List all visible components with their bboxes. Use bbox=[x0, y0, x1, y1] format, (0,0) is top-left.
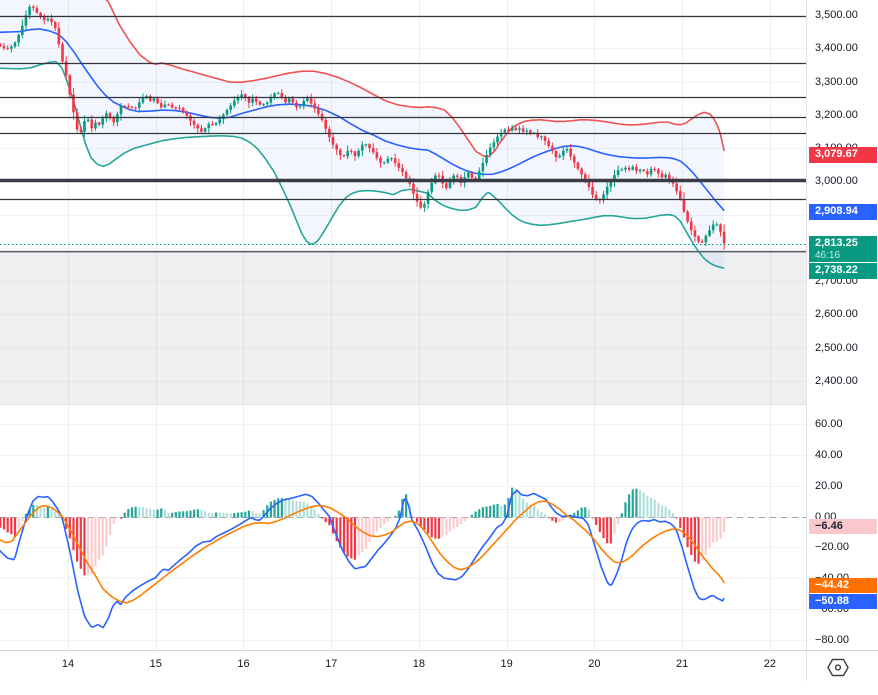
time-label-20: 20 bbox=[588, 658, 600, 670]
time-axis[interactable]: 14 15 16 17 18 19 20 21 22 bbox=[0, 650, 806, 682]
bb-upper-price-badge: 3,079.67 bbox=[809, 147, 877, 163]
hexagon-target-icon bbox=[827, 658, 849, 677]
bottom-strip bbox=[0, 681, 878, 695]
price-tick-label: 2,600.00 bbox=[815, 307, 858, 321]
price-tick-label: 2,500.00 bbox=[815, 341, 858, 355]
price-axis[interactable]: 3,079.67 2,908.94 2,813.25 46:16 2,738.2… bbox=[806, 0, 878, 650]
time-label-19: 19 bbox=[501, 658, 513, 670]
chart-window: 3,079.67 2,908.94 2,813.25 46:16 2,738.2… bbox=[0, 0, 878, 695]
indicator-tick-label: 60.00 bbox=[815, 417, 843, 431]
price-tick-label: 3,200.00 bbox=[815, 108, 858, 122]
indicator-tick-label: 40.00 bbox=[815, 448, 843, 462]
bb-basis-price-badge: 2,908.94 bbox=[809, 204, 877, 220]
last-price-badge: 2,813.25 46:16 bbox=[809, 236, 877, 262]
time-label-16: 16 bbox=[237, 658, 249, 670]
time-label-14: 14 bbox=[62, 658, 74, 670]
axis-settings-button[interactable] bbox=[825, 655, 851, 679]
indicator-tick-label: 20.00 bbox=[815, 479, 843, 493]
time-label-17: 17 bbox=[325, 658, 337, 670]
macd-line-value-badge: −50.88 bbox=[809, 594, 877, 609]
price-tick-label: 3,300.00 bbox=[815, 75, 858, 89]
time-label-22: 22 bbox=[764, 658, 776, 670]
indicator-tick-label: −20.00 bbox=[815, 540, 849, 554]
macd-histogram-value-badge: −6.46 bbox=[809, 519, 877, 534]
macd-signal-value-badge: −44.42 bbox=[809, 578, 877, 593]
chart-canvas[interactable] bbox=[0, 0, 806, 650]
time-label-18: 18 bbox=[413, 658, 425, 670]
time-label-21: 21 bbox=[676, 658, 688, 670]
price-tick-label: 3,400.00 bbox=[815, 41, 858, 55]
indicator-tick-label: −80.00 bbox=[815, 633, 849, 647]
time-label-15: 15 bbox=[150, 658, 162, 670]
price-tick-label: 3,500.00 bbox=[815, 8, 858, 22]
price-tick-label: 3,000.00 bbox=[815, 174, 858, 188]
bar-countdown: 46:16 bbox=[815, 250, 877, 261]
price-tick-label: 2,400.00 bbox=[815, 374, 858, 388]
bb-lower-price-badge: 2,738.22 bbox=[809, 263, 877, 279]
